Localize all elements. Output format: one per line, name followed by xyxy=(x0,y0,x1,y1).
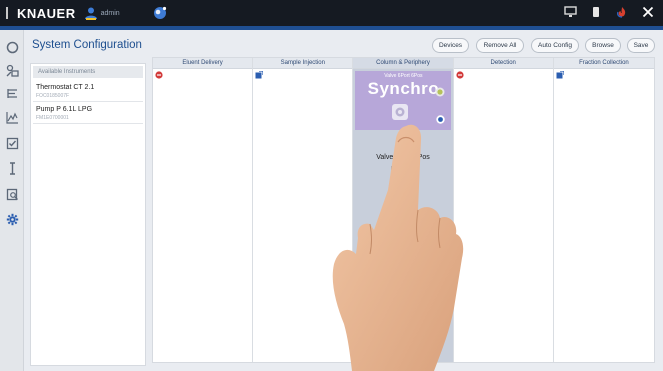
save-button[interactable]: Save xyxy=(627,38,655,53)
titlebar-actions xyxy=(563,5,655,19)
add-device-icon[interactable] xyxy=(255,71,264,79)
auto-config-button[interactable]: Auto Config xyxy=(531,38,579,53)
column-header: Eluent Delivery xyxy=(153,58,253,69)
column-header: Column & Periphery xyxy=(353,58,453,69)
column-header: Fraction Collection xyxy=(553,58,655,69)
instruments-header: Available Instruments xyxy=(33,66,143,78)
user-label: admin xyxy=(100,9,120,17)
column-eluent-delivery[interactable]: Eluent Delivery xyxy=(153,58,254,362)
column-fraction-collection[interactable]: Fraction Collection xyxy=(553,58,655,362)
instrument-serial: FM1E0700001 xyxy=(36,115,69,121)
instrument-serial: FOC0185007F xyxy=(36,93,70,99)
page-title: System Configuration xyxy=(32,39,142,51)
instrument-name: Pump P 6.1L LPG xyxy=(36,106,93,113)
add-device-icon[interactable] xyxy=(556,71,564,79)
browse-button[interactable]: Browse xyxy=(585,38,621,53)
status-icon xyxy=(435,87,445,97)
pointing-hand-image xyxy=(332,124,464,371)
flame-icon[interactable] xyxy=(615,5,629,19)
remove-icon[interactable] xyxy=(456,71,464,79)
method-icon[interactable] xyxy=(5,86,19,100)
devices-icon[interactable] xyxy=(5,63,19,77)
chart-icon[interactable] xyxy=(5,110,19,124)
logo-mark-icon xyxy=(6,7,14,19)
monitor-icon[interactable] xyxy=(563,5,577,19)
cursor-icon[interactable] xyxy=(5,161,19,175)
knauer-logo: KNAUER xyxy=(6,6,76,21)
column-detection[interactable]: Detection xyxy=(453,58,554,362)
instruments-panel: Available Instruments Thermostat CT 2.1 … xyxy=(30,63,146,366)
brand-name: KNAUER xyxy=(17,5,76,21)
device-icon[interactable] xyxy=(589,5,603,19)
planet-icon[interactable] xyxy=(152,5,168,21)
report-icon[interactable] xyxy=(5,187,19,201)
close-icon[interactable] xyxy=(641,5,655,19)
gear-icon[interactable] xyxy=(5,212,19,226)
remove-icon[interactable] xyxy=(155,71,163,79)
devices-button[interactable]: Devices xyxy=(432,38,469,53)
nav-sidebar xyxy=(0,30,24,371)
remove-all-button[interactable]: Remove All xyxy=(476,38,524,53)
instrument-item[interactable]: Thermostat CT 2.1 FOC0185007F xyxy=(33,80,143,102)
user-icon[interactable] xyxy=(84,6,98,20)
instrument-name: Thermostat CT 2.1 xyxy=(36,84,95,91)
title-bar: KNAUER admin xyxy=(0,0,663,26)
column-header: Detection xyxy=(453,58,553,69)
check-icon[interactable] xyxy=(5,136,19,150)
titlebar-stripe xyxy=(0,26,663,30)
column-header: Sample Injection xyxy=(253,58,353,69)
circle-icon[interactable] xyxy=(5,40,19,54)
instrument-item[interactable]: Pump P 6.1L LPG FM1E0700001 xyxy=(33,102,143,124)
